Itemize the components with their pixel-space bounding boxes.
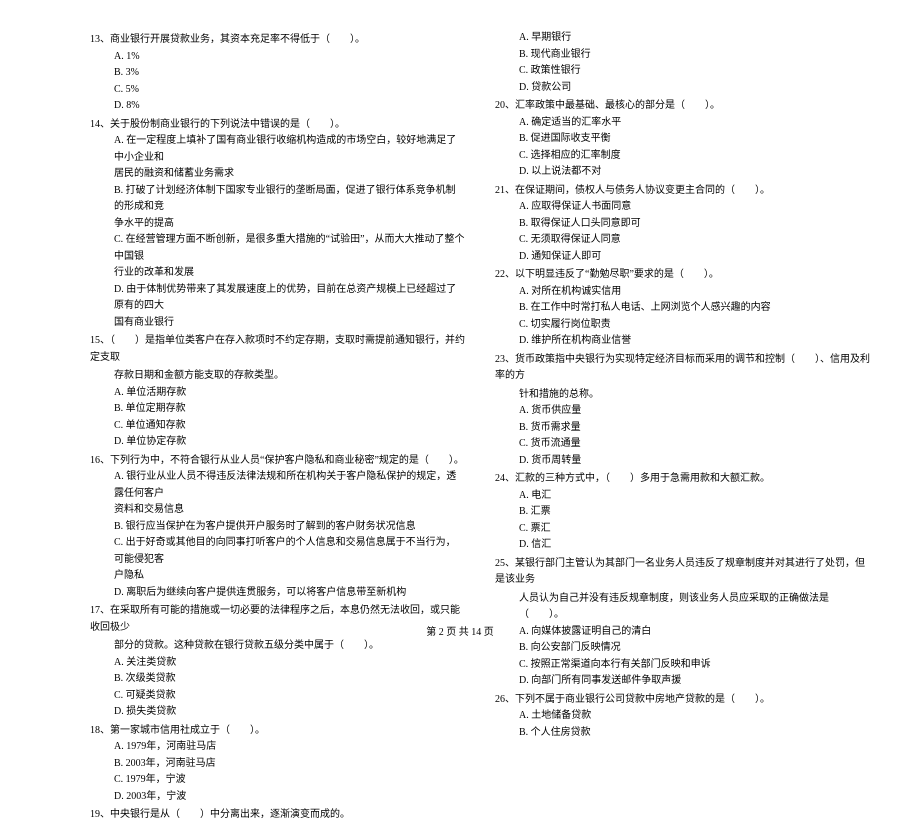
q23-b: B. 货币需求量: [495, 420, 870, 437]
page-footer: 第 2 页 共 14 页: [0, 623, 920, 638]
q15-b: B. 单位定期存款: [90, 401, 465, 418]
q16-d: D. 离职后为继续向客户提供连贯服务，可以将客户信息带至新机构: [90, 585, 465, 602]
q20-c: C. 选择相应的汇率制度: [495, 148, 870, 165]
q15-a: A. 单位活期存款: [90, 385, 465, 402]
q18-d: D. 2003年，宁波: [90, 789, 465, 806]
q13-d: D. 8%: [90, 98, 465, 115]
q18-stem: 18、第一家城市信用社成立于（ ）。: [90, 723, 465, 740]
q14-d-1: D. 由于体制优势带来了其发展速度上的优势，目前在总资产规模上已经超过了原有的四…: [90, 282, 465, 315]
q21-b: B. 取得保证人口头同意即可: [495, 216, 870, 233]
q16-c-1: C. 出于好奇或其他目的向同事打听客户的个人信息和交易信息属于不当行为，可能侵犯…: [90, 535, 465, 568]
q20-d: D. 以上说法都不对: [495, 164, 870, 181]
q26-a: A. 土地储备贷款: [495, 708, 870, 725]
q24-c: C. 票汇: [495, 521, 870, 538]
q19-b: B. 现代商业银行: [495, 47, 870, 64]
q20-stem: 20、汇率政策中最基础、最核心的部分是（ ）。: [495, 98, 870, 115]
q24-b: B. 汇票: [495, 504, 870, 521]
q16-a-2: 资料和交易信息: [90, 502, 465, 519]
q22-b: B. 在工作中时常打私人电话、上网浏览个人感兴趣的内容: [495, 300, 870, 317]
q13-a: A. 1%: [90, 49, 465, 66]
q14-a-2: 居民的融资和储蓄业务需求: [90, 166, 465, 183]
q25-stem-2: 人员认为自己并没有违反规章制度，则该业务人员应采取的正确做法是（ ）。: [495, 591, 870, 624]
q16-stem: 16、下列行为中，不符合银行从业人员“保护客户隐私和商业秘密”规定的是（ ）。: [90, 453, 465, 470]
q25-stem-1: 25、某银行部门主管认为其部门一名业务人员违反了规章制度并对其进行了处罚，但是该…: [495, 556, 870, 589]
q22-a: A. 对所在机构诚实信用: [495, 284, 870, 301]
q22-d: D. 维护所在机构商业信誉: [495, 333, 870, 350]
q13-stem: 13、商业银行开展贷款业务，其资本充足率不得低于（ ）。: [90, 32, 465, 49]
q25-c: C. 按照正常渠道向本行有关部门反映和申诉: [495, 657, 870, 674]
q15-stem-2: 存款日期和金额方能支取的存款类型。: [90, 368, 465, 385]
q23-d: D. 货币周转量: [495, 453, 870, 470]
q22-c: C. 切实履行岗位职责: [495, 317, 870, 334]
q13-c: C. 5%: [90, 82, 465, 99]
q20-b: B. 促进国际收支平衡: [495, 131, 870, 148]
q25-b: B. 向公安部门反映情况: [495, 640, 870, 657]
q17-d: D. 损失类贷款: [90, 704, 465, 721]
q24-d: D. 信汇: [495, 537, 870, 554]
page-body: 13、商业银行开展贷款业务，其资本充足率不得低于（ ）。 A. 1% B. 3%…: [0, 0, 920, 824]
q17-c: C. 可疑类贷款: [90, 688, 465, 705]
q14-b-2: 争水平的提高: [90, 216, 465, 233]
q26-b: B. 个人住房贷款: [495, 725, 870, 742]
q17-a: A. 关注类贷款: [90, 655, 465, 672]
q15-d: D. 单位协定存款: [90, 434, 465, 451]
q14-c-2: 行业的改革和发展: [90, 265, 465, 282]
q13-b: B. 3%: [90, 65, 465, 82]
q16-c-2: 户隐私: [90, 568, 465, 585]
q26-stem: 26、下列不属于商业银行公司贷款中房地产贷款的是（ ）。: [495, 692, 870, 709]
q21-a: A. 应取得保证人书面同意: [495, 199, 870, 216]
q19-d: D. 贷款公司: [495, 80, 870, 97]
q24-stem: 24、汇款的三种方式中，（ ）多用于急需用款和大额汇款。: [495, 471, 870, 488]
q23-stem-2: 针和措施的总称。: [495, 387, 870, 404]
q14-c-1: C. 在经营管理方面不断创新，是很多重大措施的“试验田”，从而大大推动了整个中国…: [90, 232, 465, 265]
q18-b: B. 2003年，河南驻马店: [90, 756, 465, 773]
q17-stem-2: 部分的贷款。这种贷款在银行贷款五级分类中属于（ ）。: [90, 638, 465, 655]
q22-stem: 22、以下明显违反了“勤勉尽职”要求的是（ ）。: [495, 267, 870, 284]
q15-c: C. 单位通知存款: [90, 418, 465, 435]
q20-a: A. 确定适当的汇率水平: [495, 115, 870, 132]
q14-a-1: A. 在一定程度上填补了国有商业银行收缩机构造成的市场空白，较好地满足了中小企业…: [90, 133, 465, 166]
q18-a: A. 1979年，河南驻马店: [90, 739, 465, 756]
q17-b: B. 次级类贷款: [90, 671, 465, 688]
q21-d: D. 通知保证人即可: [495, 249, 870, 266]
q14-d-2: 国有商业银行: [90, 315, 465, 332]
q16-b: B. 银行应当保护在为客户提供开户服务时了解到的客户财务状况信息: [90, 519, 465, 536]
q23-c: C. 货币流通量: [495, 436, 870, 453]
q16-a-1: A. 银行业从业人员不得违反法律法规和所在机构关于客户隐私保护的规定，透露任何客…: [90, 469, 465, 502]
q18-c: C. 1979年，宁波: [90, 772, 465, 789]
q19-c: C. 政策性银行: [495, 63, 870, 80]
q14-stem: 14、关于股份制商业银行的下列说法中错误的是（ ）。: [90, 117, 465, 134]
q23-stem-1: 23、货币政策指中央银行为实现特定经济目标而采用的调节和控制（ ）、信用及利率的…: [495, 352, 870, 385]
q15-stem-1: 15、（ ）是指单位类客户在存入款项时不约定存期，支取时需提前通知银行，并约定支…: [90, 333, 465, 366]
q14-b-1: B. 打破了计划经济体制下国家专业银行的垄断局面，促进了银行体系竞争机制的形成和…: [90, 183, 465, 216]
q23-a: A. 货币供应量: [495, 403, 870, 420]
left-column: 13、商业银行开展贷款业务，其资本充足率不得低于（ ）。 A. 1% B. 3%…: [90, 30, 465, 824]
q24-a: A. 电汇: [495, 488, 870, 505]
q21-stem: 21、在保证期间，债权人与债务人协议变更主合同的（ ）。: [495, 183, 870, 200]
right-column: A. 早期银行 B. 现代商业银行 C. 政策性银行 D. 贷款公司 20、汇率…: [495, 30, 870, 824]
q21-c: C. 无须取得保证人同意: [495, 232, 870, 249]
q19-a: A. 早期银行: [495, 30, 870, 47]
q19-stem: 19、中央银行是从（ ）中分离出来，逐渐演变而成的。: [90, 807, 465, 824]
q25-d: D. 向部门所有同事发送邮件争取声援: [495, 673, 870, 690]
